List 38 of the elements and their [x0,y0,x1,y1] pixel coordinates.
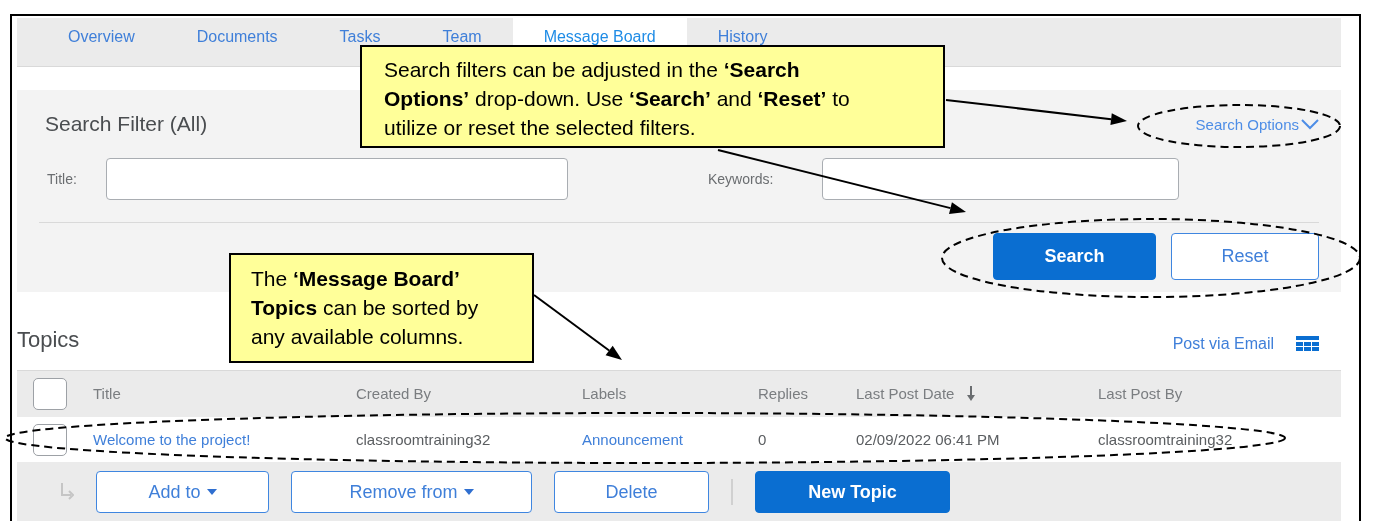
tab[interactable]: Overview [37,18,166,50]
column-header[interactable]: Created By [356,385,432,402]
table-link[interactable]: Welcome to the project! [93,430,251,448]
reset-button[interactable]: Reset [1171,233,1319,280]
checkbox[interactable] [33,423,67,456]
action-button[interactable]: Delete [554,471,709,513]
table-settings-icon[interactable] [1296,336,1319,352]
caret-icon [463,489,474,495]
input-field[interactable] [106,158,568,200]
action-button[interactable]: Add to [96,471,269,513]
callout-tooltip: The ‘Message Board’ Topics can be sorted by any available columns. [229,253,534,363]
column-header[interactable]: Title [93,385,121,402]
field-label: Title: [46,171,78,187]
search-button[interactable]: Search [993,233,1156,280]
return-arrow-icon [60,483,74,501]
chevron-down-icon [1301,118,1319,130]
tab[interactable]: Documents [165,18,309,50]
action-button[interactable]: New Topic [755,471,950,513]
input-field[interactable] [822,158,1179,200]
section-title: Topics [17,327,80,353]
table-cell: classroomtraining32 [356,430,491,448]
search-options-link[interactable]: Search Options [1195,115,1319,133]
table-cell: 0 [758,430,767,448]
callout-tooltip: Search filters can be adjusted in the ‘Search Options’ drop-down. Use ‘Search’ and ‘Reset’ to utilize or reset the selected filters. [360,45,945,148]
column-header[interactable]: Replies [758,385,809,402]
post-via-email-link[interactable]: Post via Email [1172,335,1274,353]
column-header[interactable]: Last Post By [1098,385,1183,402]
action-button[interactable]: Remove from [291,471,532,513]
column-header[interactable]: Labels [582,385,627,402]
caret-icon [206,489,217,495]
checkbox[interactable] [33,378,67,410]
column-header[interactable]: Last Post Date [856,385,977,402]
table-cell: 02/09/2022 06:41 PM [856,430,1000,448]
table-link[interactable]: Announcement [582,430,683,448]
panel-title: Search Filter (All) [45,112,208,136]
table-cell: classroomtraining32 [1098,430,1233,448]
field-label: Keywords: [708,171,775,187]
sort-down-icon [966,386,977,401]
